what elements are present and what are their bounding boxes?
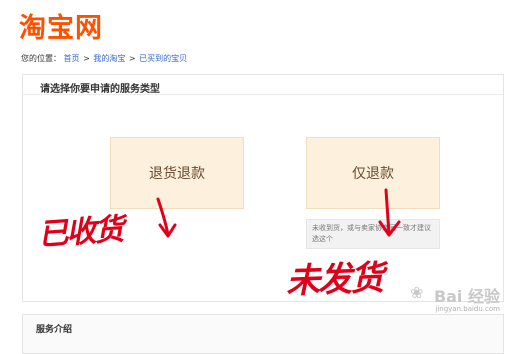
panel-divider (23, 94, 503, 95)
refund-and-return-label: 退货退款 (149, 166, 205, 182)
panel-title: 请选择你要申请的服务类型 (40, 84, 160, 95)
breadcrumb-prefix: 您的位置： (21, 54, 61, 63)
baidu-jingyan-watermark: ❀ Bai 经验 jingyan.baidu.com (404, 283, 504, 323)
breadcrumb-link-home[interactable]: 首页 (64, 54, 80, 63)
taobao-logo[interactable]: 淘宝网 (19, 6, 103, 45)
refund-only-label: 仅退款 (352, 166, 394, 182)
red-arrow-icon (378, 188, 401, 237)
red-arrow-icon (156, 197, 177, 238)
watermark-url: jingyan.baidu.com (435, 305, 500, 313)
breadcrumb-separator: > (83, 54, 90, 63)
annotation-not-shipped: 未发货 (285, 258, 383, 302)
breadcrumb: 您的位置： 首页 > 我的淘宝 > 已买到的宝贝 (21, 53, 187, 64)
paw-icon: ❀ (410, 283, 424, 302)
breadcrumb-link-my-taobao[interactable]: 我的淘宝 (93, 54, 125, 63)
breadcrumb-link-purchased[interactable]: 已买到的宝贝 (139, 54, 187, 63)
annotation-received: 已收货 (37, 212, 124, 253)
breadcrumb-separator: > (128, 54, 136, 63)
watermark-brand: Bai 经验 (433, 287, 500, 306)
service-intro-title: 服务介绍 (36, 325, 73, 335)
